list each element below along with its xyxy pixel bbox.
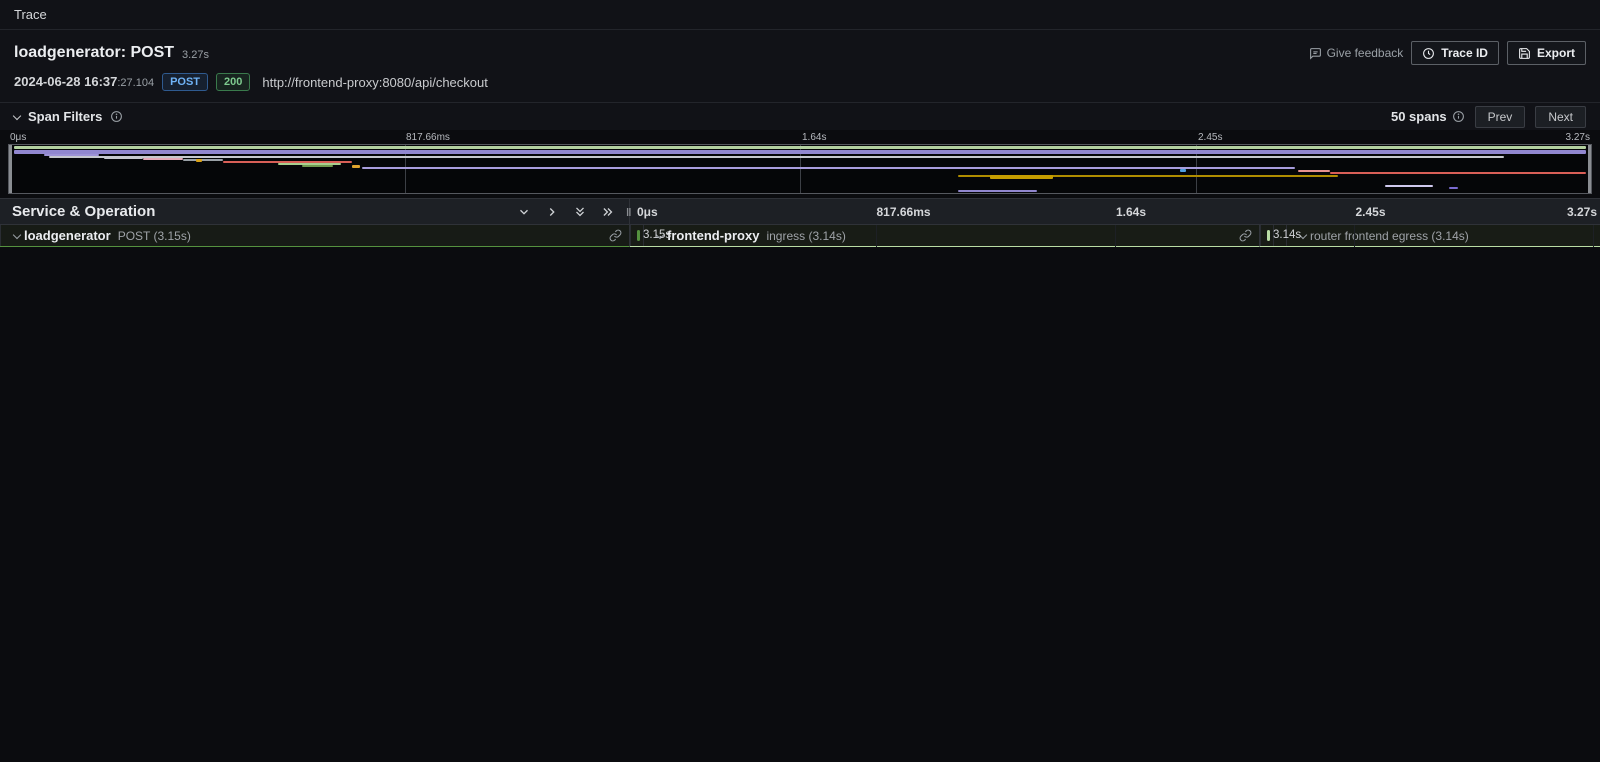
minimap-tick-labels: 0μs 817.66ms 1.64s 2.45s 3.27s [8,132,1592,144]
span-name-cell[interactable]: router frontend egress (3.14s) [1260,225,1600,247]
minimap-span-segment [14,150,1587,154]
minimap-tick-label: 1.64s [802,132,826,143]
minimap-span-segment [958,190,1037,192]
http-method-badge: POST [162,73,208,91]
expand-one-button[interactable] [545,205,559,219]
span-duration-bar[interactable] [637,230,640,241]
minimap-span-segment [362,167,1295,169]
trace-duration: 3.27s [182,49,209,61]
span-filters-toggle[interactable]: Span Filters [14,109,123,124]
minimap-span-segment [183,159,223,161]
span-link-button[interactable] [609,229,622,247]
timeline-header: ‖ 0μs817.66ms1.64s2.45s3.27s [630,199,1600,224]
trace-id-button[interactable]: Trace ID [1411,41,1499,65]
grid-header: Service & Operation ‖ 0μs 817.66ms 1.64s 2.… [0,198,1600,225]
timeline-tick-label: 817.66ms [876,205,930,219]
timeline-gridline [876,225,877,247]
collapse-one-button[interactable] [517,205,531,219]
minimap-span-segment [196,159,202,162]
minimap-right-handle[interactable] [1588,145,1591,193]
double-chevron-down-icon [573,205,587,219]
span-row: frontend-proxyingress (3.14s)3.14s [630,225,1260,247]
operation-name: router frontend egress (3.14s) [1310,229,1469,243]
save-icon [1518,47,1531,60]
span-duration-label: 3.15s [643,229,671,241]
minimap-tick-label: 3.27s [1566,132,1590,143]
double-chevron-right-icon [601,205,615,219]
minimap-span-segment [990,175,1053,179]
span-table: loadgenerator POST (3.15s) 3.15sfrontend-p… [0,225,1600,247]
span-count: 50 spans [1391,109,1447,124]
export-label: Export [1537,46,1575,60]
minimap-span-segment [143,158,183,160]
column-resize-handle[interactable]: ‖ [626,207,632,219]
trace-header: loadgenerator: POST 3.27s Give feedback … [0,30,1600,102]
give-feedback-link[interactable]: Give feedback [1309,46,1404,60]
operation-name: ingress (3.14s) [766,229,845,243]
span-row: loadgeneratorPOST (3.15s)3.15s [0,225,630,247]
trace-minimap[interactable] [8,144,1592,194]
timeline-tick-label: 3.27s [1567,205,1597,219]
minimap-span-segment [302,165,334,167]
minimap-span-segment [49,156,1504,158]
collapse-all-button[interactable] [573,205,587,219]
minimap-span-segment [1330,172,1586,174]
minimap-tick-label: 817.66ms [406,132,450,143]
minimap-span-segment [14,146,1587,149]
feedback-bubble-icon [1309,47,1322,60]
span-name-cell[interactable]: loadgenerator POST (3.15s) [0,225,630,247]
span-duration-bar[interactable] [1267,230,1270,241]
minimap-span-segment [352,165,360,168]
timeline-tick-label: 1.64s [1116,205,1146,219]
span-filters-label: Span Filters [28,109,102,124]
export-button[interactable]: Export [1507,41,1586,65]
http-status-badge: 200 [216,73,250,91]
timeline-gridline [1593,225,1594,247]
expand-all-button[interactable] [601,205,615,219]
timeline-gridline [1354,225,1355,247]
next-span-button[interactable]: Next [1535,106,1586,128]
minimap-tick-label: 0μs [10,132,26,143]
breadcrumb-bar: Trace [0,0,1600,30]
trace-timestamp-fraction: :27.104 [117,77,154,89]
service-operation-header: Service & Operation [12,203,155,220]
operation-name: POST (3.15s) [118,229,191,243]
clock-icon [1422,47,1435,60]
info-icon [110,110,123,123]
span-duration-label: 3.14s [1273,229,1301,241]
give-feedback-label: Give feedback [1327,46,1404,60]
link-icon [609,229,622,242]
chevron-down-icon[interactable] [13,230,21,238]
service-name: frontend-proxy [667,228,759,243]
minimap-left-handle[interactable] [9,145,12,193]
minimap-span-segment [1385,185,1432,187]
prev-span-button[interactable]: Prev [1475,106,1526,128]
chevron-right-icon [545,205,559,219]
minimap-span-segment [104,157,144,159]
service-name: loadgenerator [24,228,111,243]
breadcrumb[interactable]: Trace [14,7,47,22]
timeline-tick-label: 0μs [637,205,658,219]
indent-guides [0,225,10,246]
trace-id-label: Trace ID [1441,46,1488,60]
timeline-tick-label: 2.45s [1355,205,1385,219]
timeline-gridline [1115,225,1116,247]
trace-timestamp: 2024-06-28 16:37 [14,74,117,89]
minimap-span-segment [1298,170,1330,172]
link-icon [1239,229,1252,242]
span-link-button[interactable] [1239,229,1252,247]
chevron-right-icon [13,111,21,119]
chevron-down-icon [517,205,531,219]
span-filters-bar: Span Filters 50 spans Prev Next [0,102,1600,130]
span-name-cell[interactable]: frontend-proxy ingress (3.14s) [630,225,1260,247]
minimap-span-segment [1449,187,1458,189]
trace-minimap-section: 0μs 817.66ms 1.64s 2.45s 3.27s [0,130,1600,198]
span-row: router frontend egress (3.14s) 3.14s [1260,225,1600,247]
info-icon [1452,110,1465,123]
page-title: loadgenerator: POST [14,44,174,62]
minimap-tick-label: 2.45s [1198,132,1222,143]
request-url: http://frontend-proxy:8080/api/checkout [262,75,487,90]
minimap-span-segment [44,154,99,156]
minimap-span-segment [1180,169,1186,172]
